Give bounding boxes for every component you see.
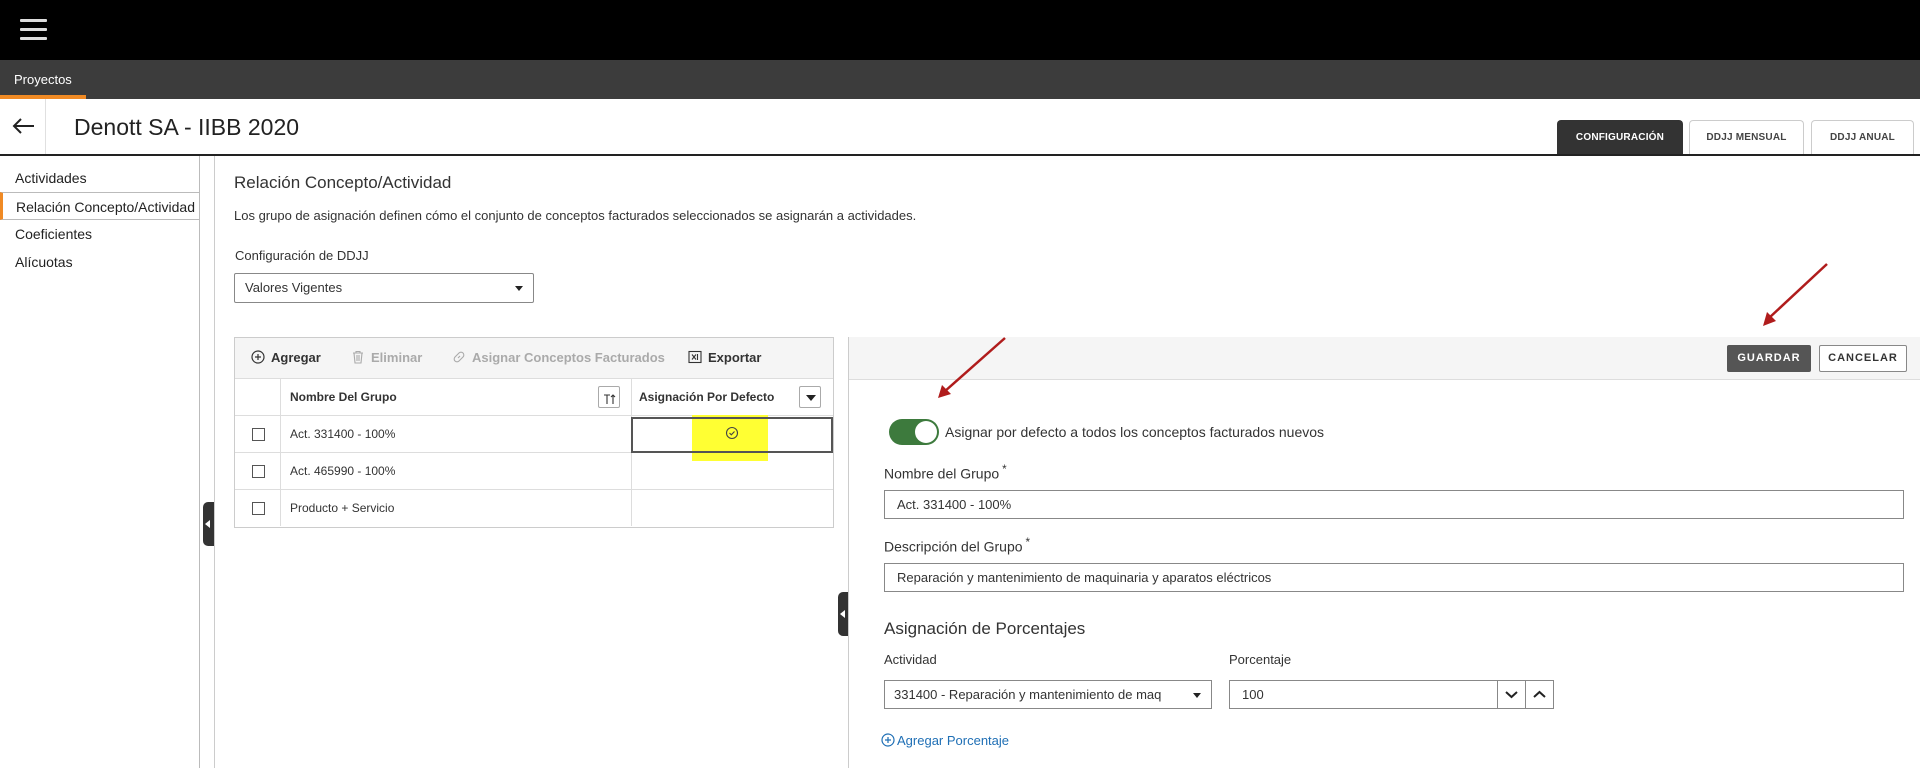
tab-ddjj-anual[interactable]: DDJJ ANUAL — [1811, 120, 1914, 154]
group-name-label: Nombre del Grupo * — [884, 463, 1007, 482]
toggle-knob — [915, 421, 937, 443]
percent-input[interactable]: 100 — [1229, 680, 1498, 709]
config-label: Configuración de DDJJ — [235, 248, 369, 263]
header-divider — [45, 99, 46, 154]
group-name-input[interactable]: Act. 331400 - 100% — [884, 490, 1904, 519]
row-name: Act. 465990 - 100% — [281, 453, 632, 489]
add-button-label: Agregar — [271, 350, 321, 365]
export-button[interactable]: Exportar — [688, 350, 761, 367]
row-checkbox[interactable] — [252, 428, 265, 441]
percent-label: Porcentaje — [1229, 652, 1292, 667]
row-check-cell — [235, 453, 281, 489]
nav-bar: Proyectos — [0, 60, 1920, 99]
activity-select-value: 331400 - Reparación y mantenimiento de m… — [894, 687, 1162, 702]
tab-ddjj-mensual[interactable]: DDJJ MENSUAL — [1689, 120, 1804, 154]
chevron-down-icon — [515, 286, 523, 291]
plus-circle-icon — [881, 733, 895, 747]
default-assign-toggle[interactable] — [889, 419, 939, 445]
chevron-up-icon — [1533, 690, 1546, 698]
percent-decrement[interactable] — [1497, 680, 1526, 709]
group-desc-input[interactable]: Reparación y mantenimiento de maquinaria… — [884, 563, 1904, 592]
toggle-label: Asignar por defecto a todos los concepto… — [945, 424, 1325, 440]
annotation-arrow-save — [1763, 263, 1828, 326]
save-button[interactable]: GUARDAR — [1727, 345, 1811, 372]
nav-tab-proyectos[interactable]: Proyectos — [0, 60, 86, 99]
table-row[interactable]: Producto + Servicio — [235, 490, 833, 527]
config-select[interactable]: Valores Vigentes — [234, 273, 534, 303]
config-select-value: Valores Vigentes — [245, 280, 343, 295]
activity-label: Actividad — [884, 652, 937, 667]
group-desc-label-text: Descripción del Grupo — [884, 538, 1023, 555]
cancel-button[interactable]: CANCELAR — [1819, 345, 1907, 372]
export-button-label: Exportar — [708, 350, 762, 365]
filter-dropdown-icon[interactable] — [799, 386, 821, 408]
required-mark: * — [1002, 463, 1007, 476]
sidebar-item-alicuotas[interactable]: Alícuotas — [0, 248, 199, 276]
add-button[interactable]: Agregar — [251, 350, 321, 367]
tab-configuracion[interactable]: CONFIGURACIÓN — [1557, 120, 1683, 154]
excel-icon — [688, 350, 702, 364]
group-desc-label: Descripción del Grupo * — [884, 536, 1030, 555]
page-title: Denott SA - IIBB 2020 — [74, 114, 300, 140]
sort-icon[interactable] — [598, 386, 620, 408]
column-header-default[interactable]: Asignación Por Defecto — [632, 379, 833, 415]
section-description: Los grupo de asignación definen cómo el … — [234, 208, 917, 223]
plus-circle-icon — [251, 350, 265, 364]
menu-icon[interactable] — [20, 17, 47, 43]
grid-header-row: Nombre Del Grupo Asignación Por Defecto — [235, 379, 833, 416]
sidebar: Actividades Relación Concepto/Actividad … — [0, 156, 200, 768]
page-header: Denott SA - IIBB 2020 CONFIGURACIÓN DDJJ… — [0, 99, 1920, 156]
header-check-cell — [235, 379, 281, 415]
detail-toolbar: GUARDAR CANCELAR — [849, 337, 1920, 380]
percent-increment[interactable] — [1525, 680, 1554, 709]
link-icon — [453, 351, 465, 363]
add-percent-label: Agregar Porcentaje — [897, 733, 1010, 748]
chevron-down-icon — [1505, 691, 1518, 699]
check-circle-icon — [725, 426, 739, 440]
row-checkbox[interactable] — [252, 502, 265, 515]
sidebar-item-actividades[interactable]: Actividades — [0, 164, 199, 192]
required-mark: * — [1025, 536, 1031, 549]
row-check-cell — [235, 416, 281, 452]
sidebar-item-relacion[interactable]: Relación Concepto/Actividad — [0, 192, 199, 220]
row-check-cell — [235, 490, 281, 526]
grid-toolbar: Agregar Eliminar Asignar Conceptos Factu… — [235, 338, 833, 379]
row-default-cell[interactable] — [632, 490, 833, 526]
back-arrow-icon[interactable] — [10, 114, 36, 138]
chevron-down-icon — [1193, 693, 1201, 698]
main-divider — [214, 156, 215, 768]
sidebar-item-coeficientes[interactable]: Coeficientes — [0, 220, 199, 248]
top-bar — [0, 0, 1920, 60]
assign-concepts-label: Asignar Conceptos Facturados — [472, 350, 665, 365]
trash-icon — [353, 350, 363, 364]
row-checkbox[interactable] — [252, 465, 265, 478]
group-name-label-text: Nombre del Grupo — [884, 465, 1000, 482]
section-title: Relación Concepto/Actividad — [234, 173, 452, 192]
row-name: Producto + Servicio — [281, 490, 632, 526]
percent-section-title: Asignación de Porcentajes — [884, 619, 1086, 638]
column-header-default-label: Asignación Por Defecto — [639, 390, 775, 404]
row-name: Act. 331400 - 100% — [281, 416, 632, 452]
delete-button-label: Eliminar — [371, 350, 423, 365]
assign-concepts-button[interactable]: Asignar Conceptos Facturados — [452, 350, 665, 367]
detail-panel: GUARDAR CANCELAR Asignar por defecto a t… — [848, 337, 1920, 768]
delete-button[interactable]: Eliminar — [351, 350, 422, 367]
column-header-name[interactable]: Nombre Del Grupo — [281, 379, 632, 415]
sidebar-collapse-handle[interactable] — [203, 502, 214, 546]
add-percent-link[interactable]: Agregar Porcentaje — [881, 733, 1009, 748]
activity-select[interactable]: 331400 - Reparación y mantenimiento de m… — [884, 680, 1212, 709]
column-header-name-label: Nombre Del Grupo — [290, 390, 397, 404]
